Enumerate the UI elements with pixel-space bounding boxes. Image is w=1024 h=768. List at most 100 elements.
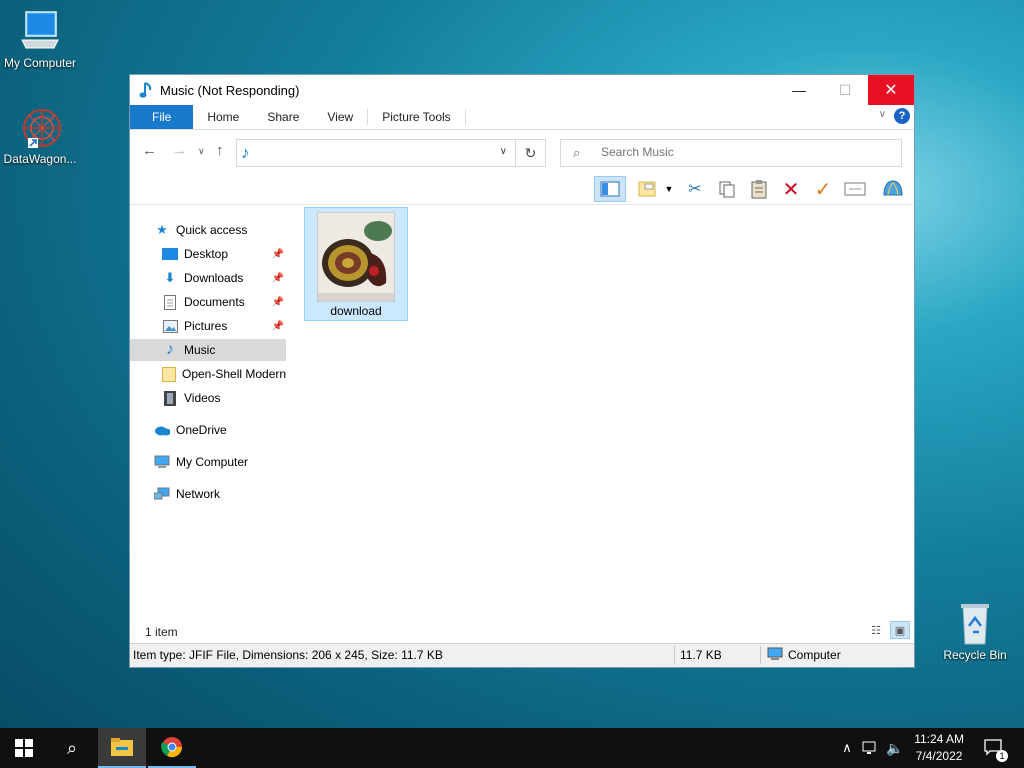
cloud-icon — [154, 422, 170, 438]
explorer-window: Music (Not Responding) — ☐ ✕ File Home S… — [129, 74, 915, 668]
properties-icon[interactable] — [842, 176, 868, 202]
show-hidden-icons-chevron-icon[interactable]: ∧ — [838, 728, 856, 768]
windows-logo-icon — [15, 739, 33, 757]
computer-icon — [154, 454, 170, 470]
file-item[interactable]: download — [304, 207, 408, 321]
ribbon-tabs: File Home Share View Picture Tools ∨ ? — [130, 105, 914, 130]
up-arrow-icon[interactable]: ↑ — [216, 142, 224, 159]
maximize-button[interactable]: ☐ — [822, 75, 868, 105]
taskbar-file-explorer[interactable] — [98, 728, 146, 768]
address-bar[interactable]: ♪ ∨ — [236, 139, 516, 167]
desktop-icon-datawagon[interactable]: DataWagon... — [0, 106, 80, 166]
star-icon: ★ — [156, 222, 168, 237]
window-title: Music (Not Responding) — [160, 82, 300, 98]
nav-item-videos[interactable]: Videos — [130, 387, 286, 409]
tab-picture-tools[interactable]: Picture Tools — [368, 105, 464, 129]
document-icon — [162, 294, 178, 310]
status-size: 11.7 KB — [680, 648, 722, 662]
chevron-down-icon[interactable]: ∨ — [879, 109, 886, 120]
nav-item-desktop[interactable]: Desktop 📌 — [130, 243, 286, 265]
volume-icon[interactable]: 🔈 — [884, 728, 906, 768]
computer-icon — [16, 10, 64, 54]
desktop-icon-recycle-bin[interactable]: Recycle Bin — [935, 602, 1015, 662]
recent-locations-chevron-icon[interactable]: ∨ — [198, 146, 205, 157]
nav-item-my-computer[interactable]: My Computer — [130, 451, 286, 473]
nav-item-music[interactable]: ♪ Music — [130, 339, 286, 361]
nav-item-downloads[interactable]: ⬇ Downloads 📌 — [130, 267, 286, 289]
chrome-icon — [161, 737, 183, 758]
taskbar: ⌕ ∧ 🔈 11:24 AM 7/4/2022 1 — [0, 728, 1024, 768]
delete-icon[interactable]: ✕ — [778, 176, 804, 202]
tab-view[interactable]: View — [313, 105, 367, 129]
refresh-button[interactable]: ↻ — [516, 139, 546, 167]
minimize-button[interactable]: — — [776, 75, 822, 105]
network-icon — [154, 486, 170, 502]
pictures-icon — [162, 318, 178, 334]
pin-icon: 📌 — [271, 272, 284, 284]
search-box[interactable]: ⌕ — [560, 139, 902, 167]
large-icons-view-icon[interactable]: ▣ — [890, 621, 910, 639]
details-view-icon[interactable]: ☷ — [866, 621, 886, 639]
nav-item-label: Downloads — [184, 271, 244, 285]
system-clock[interactable]: 11:24 AM 7/4/2022 — [914, 731, 964, 765]
nav-item-pictures[interactable]: Pictures 📌 — [130, 315, 286, 337]
help-button[interactable]: ? — [894, 108, 910, 124]
folder-options-icon[interactable] — [634, 176, 660, 202]
tab-file[interactable]: File — [130, 105, 194, 129]
recycle-bin-icon — [951, 602, 999, 646]
nav-item-label: Videos — [184, 391, 221, 405]
file-explorer-icon — [111, 738, 133, 756]
taskbar-chrome[interactable] — [148, 728, 196, 768]
nav-item-open-shell[interactable]: Open-Shell Modern — [130, 363, 286, 385]
search-button[interactable]: ⌕ — [48, 728, 96, 768]
desktop-folder-icon — [162, 246, 178, 262]
network-status-icon[interactable] — [860, 728, 882, 768]
film-icon — [162, 390, 178, 406]
forward-arrow-icon[interactable]: → — [172, 142, 187, 159]
status-location: Computer — [788, 648, 841, 662]
status-divider — [674, 646, 675, 664]
preview-pane-button[interactable] — [594, 176, 626, 202]
computer-icon — [767, 647, 783, 664]
tab-share[interactable]: Share — [253, 105, 313, 129]
cut-icon[interactable]: ✂ — [682, 176, 708, 202]
nav-item-onedrive[interactable]: OneDrive — [130, 419, 286, 441]
desktop-icon-my-computer[interactable]: My Computer — [0, 10, 80, 70]
download-arrow-icon: ⬇ — [164, 270, 176, 285]
chevron-down-icon[interactable]: ▼ — [662, 176, 676, 202]
file-list: download — [304, 207, 408, 321]
tab-separator — [464, 109, 466, 125]
close-button[interactable]: ✕ — [868, 75, 914, 105]
item-count: 1 item — [145, 625, 178, 639]
clock-date: 7/4/2022 — [915, 749, 963, 763]
open-shell-icon[interactable] — [880, 176, 906, 202]
nav-item-label: Quick access — [176, 223, 248, 237]
music-note-icon — [139, 81, 155, 99]
paste-icon[interactable] — [746, 176, 772, 202]
nav-item-network[interactable]: Network — [130, 483, 286, 505]
title-bar[interactable]: Music (Not Responding) — ☐ ✕ — [130, 75, 914, 105]
nav-item-label: Documents — [184, 295, 245, 309]
music-note-icon: ♪ — [241, 143, 250, 162]
pin-icon: 📌 — [271, 248, 284, 260]
copy-icon[interactable] — [714, 176, 740, 202]
status-item-info: Item type: JFIF File, Dimensions: 206 x … — [133, 648, 443, 662]
music-note-icon: ♪ — [166, 341, 174, 358]
nav-item-label: My Computer — [176, 455, 249, 469]
nav-item-label: Pictures — [184, 319, 228, 333]
nav-item-documents[interactable]: Documents 📌 — [130, 291, 286, 313]
classic-toolbar: ▼ ✂ ✕ ✓ — [130, 174, 914, 205]
tab-home[interactable]: Home — [193, 105, 253, 129]
chevron-down-icon[interactable]: ∨ — [500, 146, 507, 157]
nav-quick-access[interactable]: ★ Quick access — [130, 219, 286, 241]
checkmark-icon[interactable]: ✓ — [810, 176, 836, 202]
desktop-icon-label: My Computer — [3, 56, 77, 70]
pin-icon: 📌 — [271, 296, 284, 308]
pin-icon: 📌 — [271, 320, 284, 332]
status-divider — [760, 646, 761, 664]
start-button[interactable] — [0, 728, 48, 768]
action-center-button[interactable]: 1 — [978, 728, 1010, 768]
back-arrow-icon[interactable]: ← — [142, 142, 157, 159]
search-input[interactable] — [599, 144, 883, 160]
nav-item-label: OneDrive — [176, 423, 227, 437]
